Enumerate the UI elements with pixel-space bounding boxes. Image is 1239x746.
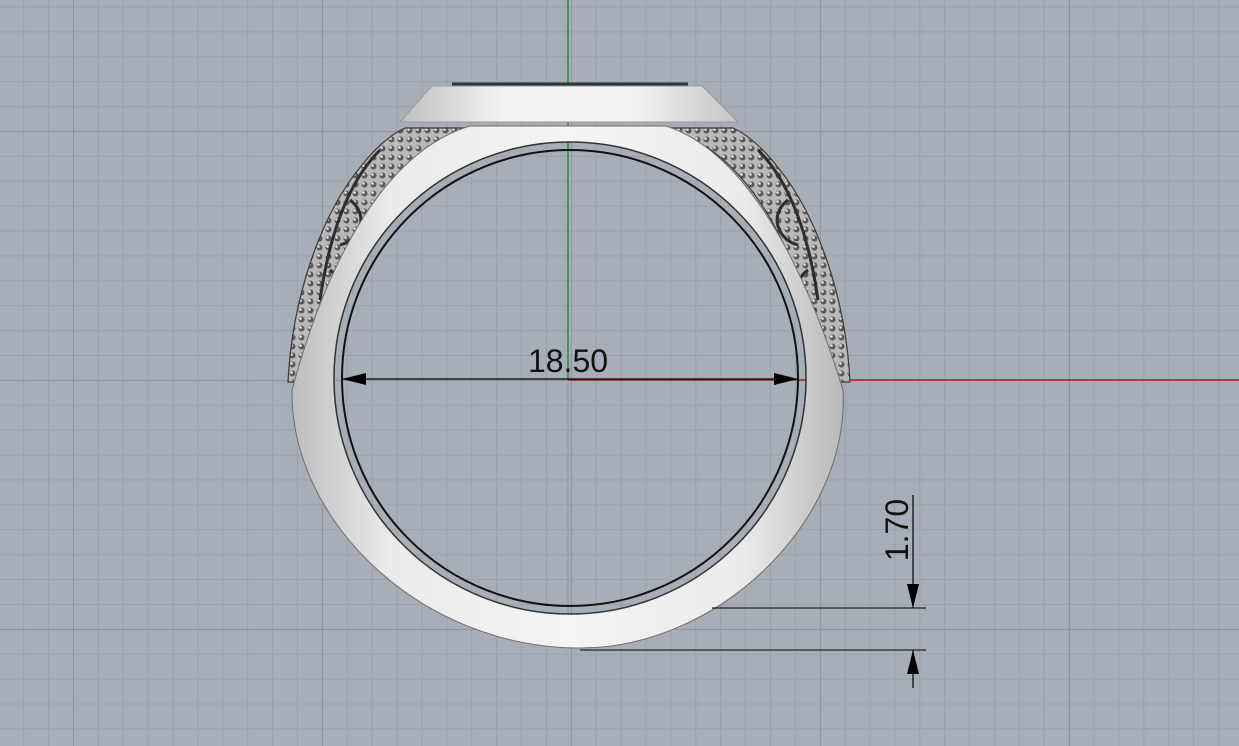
viewport-canvas[interactable]: 18.50 1.70 <box>0 0 1239 746</box>
thickness-arrow-upper <box>907 584 919 608</box>
front-viewport[interactable]: 18.50 1.70 <box>0 0 1239 746</box>
thickness-dimension[interactable]: 1.70 <box>580 495 926 688</box>
ring-top-plate[interactable] <box>398 85 740 123</box>
diameter-arrow-left <box>342 373 366 385</box>
diameter-dimension-text: 18.50 <box>528 343 608 379</box>
diameter-arrow-right <box>774 373 798 385</box>
thickness-dimension-text: 1.70 <box>879 499 915 561</box>
thickness-arrow-lower <box>907 650 919 674</box>
diameter-dimension[interactable]: 18.50 <box>342 343 798 385</box>
